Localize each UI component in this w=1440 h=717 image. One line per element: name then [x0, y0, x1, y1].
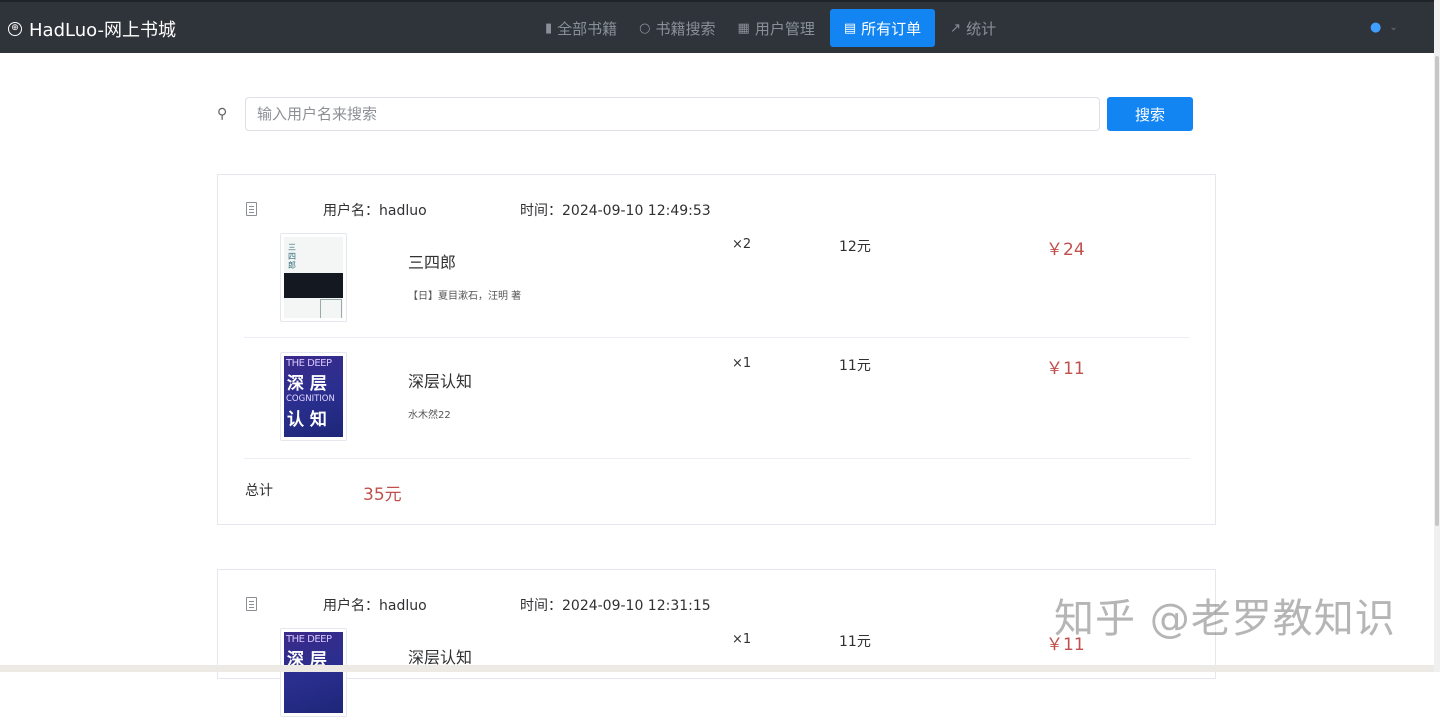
document-icon: [246, 202, 257, 216]
cover-line: 深 层: [287, 374, 327, 394]
total-value: 35元: [363, 485, 402, 505]
search-bar: ⚲ 搜索: [217, 97, 1193, 131]
nav-label: 用户管理: [754, 19, 815, 38]
book-cover[interactable]: 三四郎: [280, 233, 347, 322]
chart-line-icon: ↗: [950, 20, 962, 36]
item-quantity: ×1: [732, 356, 752, 371]
search-button[interactable]: 搜索: [1107, 97, 1193, 131]
document-icon: [246, 597, 257, 611]
bottom-strip: [0, 665, 1434, 672]
nav-all-orders[interactable]: ▤ 所有订单: [829, 9, 936, 47]
order-total: 总计 35元: [245, 480, 645, 505]
order-time: 时间：2024-09-10 12:49:53: [520, 203, 711, 219]
nav-label: 所有订单: [861, 19, 922, 38]
cover-block: [320, 299, 342, 318]
book-cover[interactable]: THE DEEP 深 层 COGNITION 认 知: [280, 352, 347, 441]
book-cover-art: 三四郎: [284, 237, 343, 318]
cover-line: COGNITION: [286, 394, 335, 404]
grid-icon: ▦: [737, 20, 750, 36]
top-navbar: ⊕ HadLuo-网上书城 ▮ 全部书籍 ○ 书籍搜索 ▦ 用户管理 ▤ 所有订…: [0, 0, 1434, 53]
item-price: 11元: [839, 634, 871, 650]
cover-line: THE DEEP: [286, 634, 332, 645]
search-icon: ○: [639, 20, 651, 36]
book-cover[interactable]: THE DEEP 深 层: [280, 628, 347, 717]
vertical-scrollbar[interactable]: [1434, 0, 1440, 672]
book-author: 【日】夏目漱石，汪明 著: [408, 291, 522, 302]
cover-line: THE DEEP: [286, 358, 332, 369]
item-price: 12元: [839, 239, 871, 255]
book-cover-art: THE DEEP 深 层: [284, 632, 343, 713]
item-price: 11元: [839, 358, 871, 374]
document-icon: ▤: [843, 20, 857, 36]
search-icon: ⚲: [217, 106, 228, 122]
item-subtotal: ￥11: [1046, 359, 1085, 379]
order-item: THE DEEP 深 层 COGNITION 认 知 深层认知 水木然22 ×1…: [244, 352, 1190, 459]
nav-book-search[interactable]: ○ 书籍搜索: [628, 9, 726, 47]
item-quantity: ×2: [732, 237, 752, 252]
order-username: 用户名：hadluo: [323, 598, 427, 614]
brand[interactable]: ⊕ HadLuo-网上书城: [8, 16, 176, 42]
nav-user-management[interactable]: ▦ 用户管理: [727, 9, 826, 47]
item-quantity: ×1: [732, 632, 752, 647]
book-icon: ▮: [545, 20, 553, 36]
book-title: 三四郎: [408, 253, 457, 272]
main-nav: ▮ 全部书籍 ○ 书籍搜索 ▦ 用户管理 ▤ 所有订单 ↗ 统计: [534, 9, 1007, 47]
nav-statistics[interactable]: ↗ 统计: [939, 9, 1007, 47]
order-time: 时间：2024-09-10 12:31:15: [520, 598, 711, 614]
watermark: 知乎 @老罗教知识: [1054, 596, 1396, 642]
order-item: 三四郎 三四郎 【日】夏目漱石，汪明 著 ×2 12元 ￥24: [244, 233, 1190, 338]
nav-all-books[interactable]: ▮ 全部书籍: [534, 9, 628, 47]
total-label: 总计: [245, 483, 273, 499]
order-item: THE DEEP 深 层 深层认知 ×1 11元 ￥11: [244, 628, 1190, 717]
cover-band: [284, 273, 343, 298]
order-username: 用户名：hadluo: [323, 203, 427, 219]
order-card: 用户名：hadluo 时间：2024-09-10 12:49:53 三四郎 三四…: [217, 174, 1216, 525]
logo-icon: ⊕: [8, 22, 22, 36]
search-input[interactable]: [245, 97, 1100, 131]
book-title: 深层认知: [408, 372, 473, 391]
nav-label: 全部书籍: [557, 19, 618, 38]
nav-label: 统计: [966, 19, 997, 38]
chevron-down-icon: ⌄: [1389, 22, 1398, 33]
app-title: HadLuo-网上书城: [29, 20, 176, 41]
cover-title: 三四郎: [288, 243, 296, 270]
item-subtotal: ￥24: [1046, 240, 1085, 260]
user-icon: ●: [1370, 20, 1382, 35]
book-author: 水木然22: [408, 410, 451, 421]
cover-line: 认 知: [287, 410, 327, 430]
user-menu[interactable]: ● ⌄: [1370, 20, 1398, 35]
scrollbar-thumb[interactable]: [1435, 56, 1439, 526]
book-cover-art: THE DEEP 深 层 COGNITION 认 知: [284, 356, 343, 437]
order-header: 用户名：hadluo 时间：2024-09-10 12:49:53: [218, 200, 1215, 220]
nav-label: 书籍搜索: [655, 19, 716, 38]
